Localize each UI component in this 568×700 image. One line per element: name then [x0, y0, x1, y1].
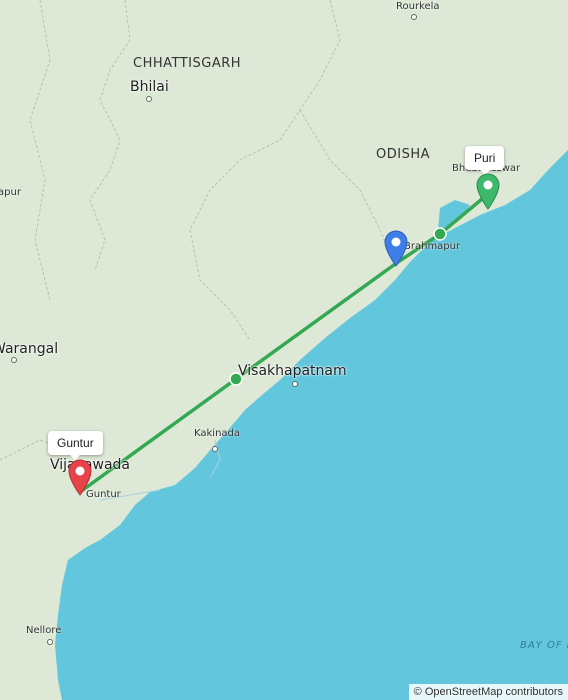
- end-pin-icon[interactable]: [475, 172, 501, 210]
- map-view[interactable]: Rourkela CHHATTISGARH Bhilai ODISHA Bhub…: [0, 0, 568, 700]
- label-bhilai: Bhilai: [130, 79, 169, 95]
- sea-area: [55, 150, 568, 700]
- end-marker-callout-text: Puri: [474, 151, 496, 165]
- start-marker-callout: Guntur: [48, 431, 103, 460]
- label-warangal: Warangal: [0, 341, 59, 357]
- visakhapatnam-dot: [292, 381, 298, 387]
- map-attribution[interactable]: © OpenStreetMap contributors: [408, 684, 568, 700]
- label-kakinada: Kakinada: [194, 428, 241, 439]
- warangal-dot: [11, 357, 17, 363]
- start-pin-icon[interactable]: [67, 458, 93, 496]
- label-chhattisgarh: CHHATTISGARH: [133, 56, 242, 71]
- bhilai-dot: [146, 96, 152, 102]
- start-marker-callout-text: Guntur: [57, 436, 94, 450]
- map-base-layer: [0, 0, 568, 700]
- end-marker-callout: Puri: [465, 146, 505, 175]
- current-location-pin-icon[interactable]: [383, 229, 409, 267]
- attribution-text: © OpenStreetMap contributors: [413, 686, 563, 698]
- label-rourkela: Rourkela: [396, 1, 440, 12]
- kakinada-dot: [212, 446, 218, 452]
- label-visakhapatnam: Visakhapatnam: [238, 363, 347, 379]
- label-apur: apur: [0, 187, 21, 198]
- label-bay-of-bengal: BAY OF BENGAL: [520, 640, 568, 651]
- nellore-dot: [47, 639, 53, 645]
- label-nellore: Nellore: [26, 625, 62, 636]
- label-brahmapur: Brahmapur: [404, 241, 461, 252]
- label-odisha: ODISHA: [376, 147, 430, 162]
- rourkela-dot: [411, 14, 417, 20]
